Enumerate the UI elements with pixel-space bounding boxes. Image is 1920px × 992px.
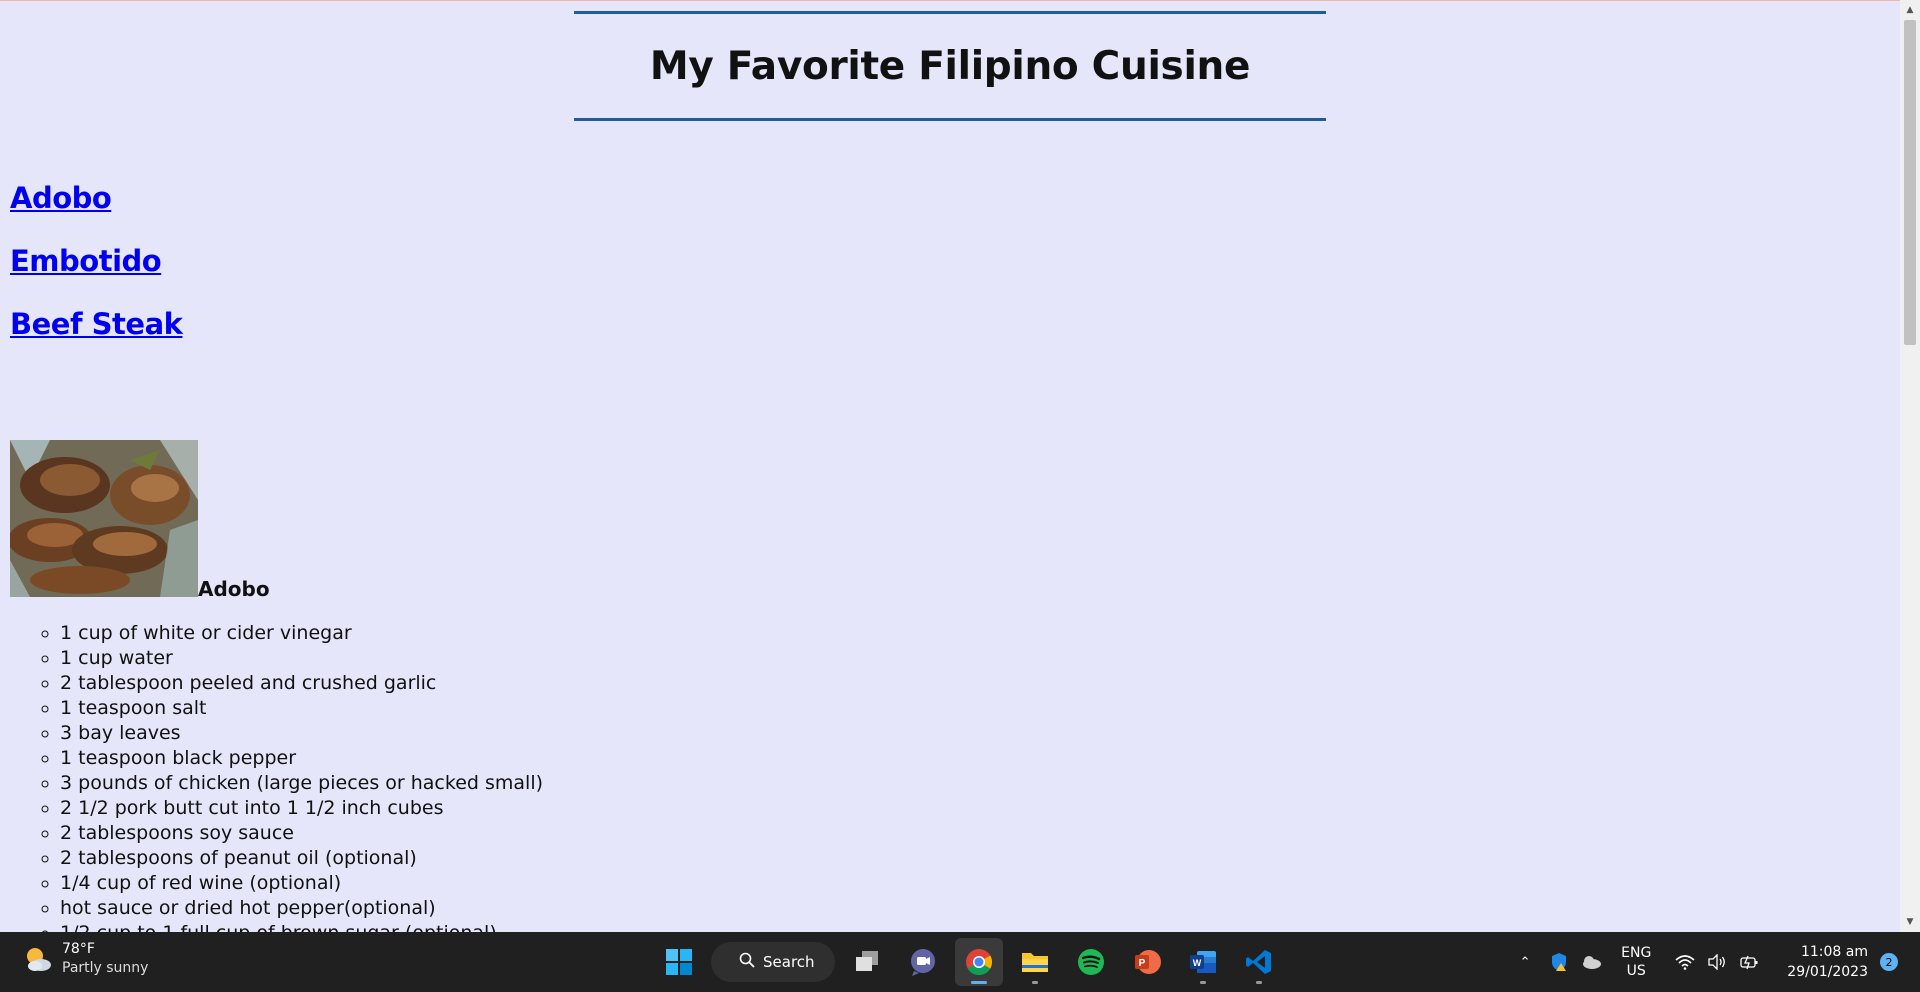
list-item: 1/2 cup to 1 full cup of brown sugar (op… <box>60 921 543 932</box>
scrollbar-thumb[interactable] <box>1904 20 1916 345</box>
adobo-image <box>10 440 198 597</box>
weather-widget[interactable]: 78°F Partly sunny <box>22 940 148 978</box>
word-icon[interactable]: W <box>1179 938 1227 986</box>
running-indicator <box>1256 981 1262 984</box>
running-indicator <box>1200 981 1206 984</box>
nav-link-embotido[interactable]: Embotido <box>10 244 162 278</box>
list-item: 3 bay leaves <box>60 721 543 746</box>
onedrive-cloud-icon[interactable] <box>1577 948 1605 976</box>
wifi-icon[interactable] <box>1671 948 1699 976</box>
region-code: US <box>1626 963 1646 979</box>
volume-icon[interactable] <box>1703 948 1731 976</box>
taskbar-apps: Search P W <box>655 938 1283 986</box>
weather-condition: Partly sunny <box>62 960 149 976</box>
clock-date: 29/01/2023 <box>1787 964 1868 980</box>
clock-time: 11:08 am <box>1800 944 1868 960</box>
list-item: 1/4 cup of red wine (optional) <box>60 871 543 896</box>
list-item: 1 cup of white or cider vinegar <box>60 621 543 646</box>
list-item: 1 teaspoon black pepper <box>60 746 543 771</box>
browser-viewport: My Favorite Filipino Cuisine Adobo Embot… <box>0 0 1900 932</box>
svg-text:W: W <box>1193 958 1202 968</box>
vscode-icon[interactable] <box>1235 938 1283 986</box>
page-header: My Favorite Filipino Cuisine <box>574 11 1326 121</box>
search-icon <box>739 952 755 972</box>
windows-start-icon[interactable] <box>655 938 703 986</box>
list-item: 2 tablespoon peeled and crushed garlic <box>60 671 543 696</box>
nav-link-adobo[interactable]: Adobo <box>10 181 112 215</box>
clock[interactable]: 11:08 am 29/01/2023 <box>1787 942 1868 982</box>
language-indicator[interactable]: ENG US <box>1621 944 1651 980</box>
svg-text:P: P <box>1139 958 1146 969</box>
list-item: 1 cup water <box>60 646 543 671</box>
list-item: 1 teaspoon salt <box>60 696 543 721</box>
teams-chat-icon[interactable] <box>899 938 947 986</box>
language-code: ENG <box>1621 945 1652 961</box>
recipe-title: Adobo <box>198 577 270 601</box>
list-item: 2 1/2 pork butt cut into 1 1/2 inch cube… <box>60 796 543 821</box>
chrome-icon[interactable] <box>955 938 1003 986</box>
taskbar-search-button[interactable]: Search <box>711 942 835 982</box>
list-item: 2 tablespoons soy sauce <box>60 821 543 846</box>
scroll-up-arrow-icon[interactable]: ▲ <box>1900 2 1920 18</box>
weather-temp: 78°F <box>62 941 95 957</box>
page-title: My Favorite Filipino Cuisine <box>649 43 1251 89</box>
list-item: 2 tablespoons of peanut oil (optional) <box>60 846 543 871</box>
running-indicator <box>1032 981 1038 984</box>
active-indicator <box>971 981 987 984</box>
list-item: 3 pounds of chicken (large pieces or hac… <box>60 771 543 796</box>
taskbar: 78°F Partly sunny Search P W ⌃ ENG US 11… <box>0 932 1920 992</box>
list-item: hot sauce or dried hot pepper(optional) <box>60 896 543 921</box>
chevron-up-icon[interactable]: ⌃ <box>1513 955 1537 970</box>
battery-icon[interactable] <box>1735 948 1763 976</box>
partly-sunny-icon <box>22 943 54 975</box>
task-view-icon[interactable] <box>843 938 891 986</box>
search-label: Search <box>763 953 815 971</box>
spotify-icon[interactable] <box>1067 938 1115 986</box>
system-tray: ⌃ ENG US 11:08 am 29/01/2023 2 <box>1513 932 1920 992</box>
scroll-down-arrow-icon[interactable]: ▼ <box>1900 914 1920 930</box>
powerpoint-icon[interactable]: P <box>1123 938 1171 986</box>
ingredients-list: 1 cup of white or cider vinegar 1 cup wa… <box>20 621 543 932</box>
nav-link-beef-steak[interactable]: Beef Steak <box>10 307 183 341</box>
vertical-scrollbar[interactable]: ▲ ▼ <box>1900 0 1920 932</box>
notification-badge[interactable]: 2 <box>1880 953 1898 971</box>
folder-icon[interactable] <box>1011 938 1059 986</box>
security-shield-icon[interactable] <box>1545 948 1573 976</box>
